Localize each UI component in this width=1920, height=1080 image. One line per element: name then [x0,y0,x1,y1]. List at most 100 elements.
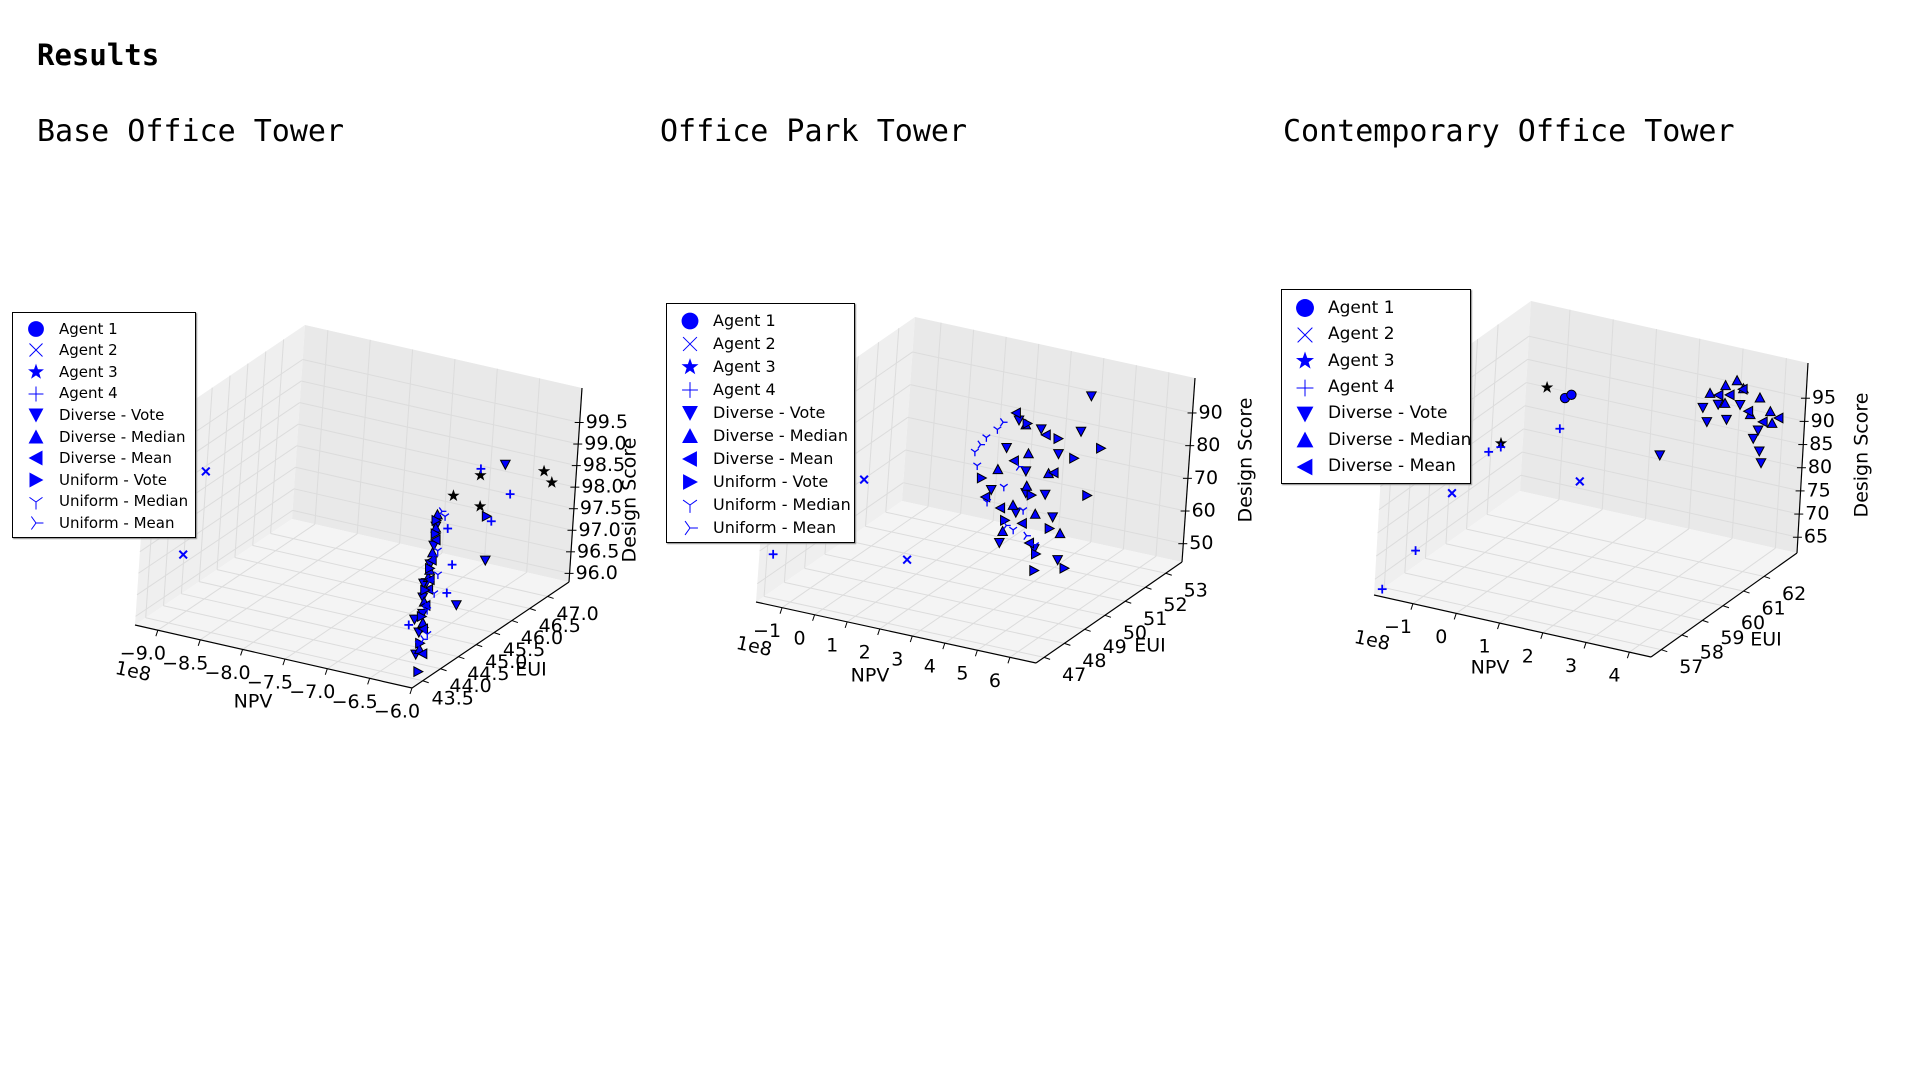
legend-marker [682,381,698,398]
z-tick-label: 70 [1194,467,1218,489]
legend-label: Diverse - Mean [713,448,834,468]
legend-marker-shape [1296,299,1314,318]
legend-marker-shape [35,496,43,503]
legend-marker [28,429,44,444]
legend-label: Uniform - Mean [713,517,837,537]
x-tick [1007,657,1011,664]
x-axis-label: NPV [851,665,890,687]
y-tick [1125,600,1132,604]
legend-marker [29,472,44,488]
x-tick-label: 4 [1608,665,1620,687]
legend-label: Diverse - Mean [59,449,172,468]
x-tick [155,630,159,637]
legend-marker [681,357,699,374]
z-tick-label: 96.5 [577,540,619,562]
z-tick-label: 90 [1811,410,1835,432]
legend-marker [1295,351,1315,369]
legend-marker [1296,431,1314,448]
y-tick [1722,605,1730,609]
x-tick [1626,651,1630,659]
x-axis-label: NPV [1471,657,1510,679]
z-tick-label: 60 [1192,500,1216,522]
x-tick [974,650,978,657]
legend-marker [1296,458,1313,476]
legend-label: Uniform - Median [713,494,851,514]
legend-marker-tri-right-icon [30,516,44,530]
legend-marker [28,320,44,337]
legend-label: Diverse - Median [713,425,848,445]
x-tick [844,621,848,629]
y-tick [1104,614,1112,618]
z-axis-label: Design Score [1851,393,1873,518]
legend-label: Agent 1 [713,310,776,330]
y-axis-label: EUI [1750,629,1782,651]
legend-marker-shape [28,450,43,466]
legend-label: Uniform - Vote [713,471,829,491]
z-tick-label: 50 [1189,532,1213,554]
z-axis-label: Design Score [1235,398,1257,523]
z-tick-label: 70 [1805,503,1829,525]
legend-marker-shape [683,473,698,490]
legend-label: Agent 2 [713,333,776,353]
x-tick [240,649,244,656]
x-tick [1497,622,1500,630]
y-tick [1064,642,1071,646]
legend-label: Diverse - Vote [1328,403,1448,424]
legend-marker [28,408,44,423]
legend-label: Agent 4 [1328,376,1395,397]
y-tick [476,644,483,648]
legend-marker [682,499,698,513]
legend-marker [683,473,698,490]
z-tick-label: 97.5 [580,497,622,519]
z-tick-label: 75 [1807,479,1831,501]
legend-marker-tri-right-icon [684,520,698,535]
legend-marker-shape [29,496,37,503]
z-tick-label: 97.0 [578,519,620,541]
legend-label: Agent 2 [59,341,118,360]
z-tick-label: 98.0 [581,476,623,498]
z-tick-label: 85 [1809,433,1833,455]
legend-marker [28,450,43,466]
legend-1: Agent 1 Agent 2 Agent 3 Agent 4 Diverse - Vo… [666,303,855,543]
x-tick-label: 3 [891,649,903,671]
legend-label: Diverse - Median [1328,429,1472,450]
legend-marker [29,343,43,358]
legend-label: Agent 4 [713,379,776,399]
x-tick-label: 2 [859,641,871,663]
x-tick [324,668,328,675]
legend-label: Agent 3 [1328,350,1395,371]
x-tick-label: 0 [1435,626,1447,648]
legend-marker-shape [30,522,37,530]
y-tick [1702,619,1709,623]
y-tick [1043,656,1051,660]
legend-marker [1296,299,1314,318]
legend-marker-shape [681,357,699,374]
legend-marker-shape [682,427,698,443]
z-tick-label: 99.5 [586,411,628,433]
legend-marker-shape [30,516,37,524]
x-tick-label: −6.5 [332,691,378,713]
y-axis-label: EUI [1134,635,1166,657]
x-tick [1410,603,1414,610]
legend-label: Diverse - Median [59,427,186,446]
legend-label: Diverse - Vote [713,402,826,422]
y-tick-label: 47.0 [556,603,598,625]
x-tick [282,658,286,666]
legend-marker [1296,379,1314,396]
legend-marker [30,516,44,530]
data-point [1566,389,1577,400]
y-tick [529,608,536,611]
x-tick-label: 4 [924,656,936,678]
z-axis-label: Design Score [619,438,641,563]
x-tick [909,635,913,643]
y-tick [1743,590,1750,594]
legend-marker [1296,406,1314,423]
z-tick-label: 90 [1199,401,1223,423]
legend-marker-shape [1296,458,1313,476]
legend-marker-shape [1296,431,1314,448]
x-tick-label: 2 [1522,645,1534,667]
x-tick-label: −8.0 [205,662,251,684]
legend-marker [682,427,698,443]
z-tick-label: 96.0 [576,562,618,584]
legend-label: Diverse - Vote [59,405,165,424]
